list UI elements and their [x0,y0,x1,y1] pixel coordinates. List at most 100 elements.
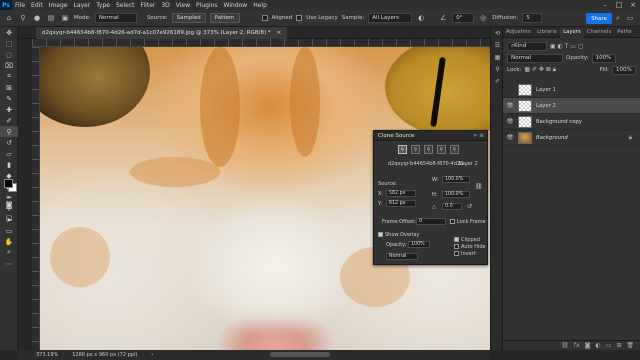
layer-name[interactable]: Layer 2 [536,103,556,109]
pressure-size-icon[interactable]: ◎ [478,13,488,23]
more-tools-icon[interactable]: ⋯ [0,258,18,269]
diffusion-field[interactable]: 5 [522,13,543,23]
opacity-field[interactable]: 100% [591,53,616,63]
menu-plugins[interactable]: Plugins [193,2,221,9]
mode-dropdown[interactable]: Normal [94,13,137,23]
horizontal-scrollbar[interactable] [270,352,330,357]
menu-3d[interactable]: 3D [158,2,172,9]
new-layer-icon[interactable]: ⊞ [616,342,621,349]
offset-x-field[interactable]: 582 px [386,190,416,197]
menu-view[interactable]: View [173,2,193,9]
frame-offset-field[interactable]: 0 [416,218,446,225]
add-mask-icon[interactable]: ◙ [585,342,591,349]
lock-frame-checkbox[interactable] [450,219,455,224]
brush-preset-icon[interactable]: ● [32,13,42,23]
zoom-tool-icon[interactable]: ⌕ [0,247,18,258]
fill-field[interactable]: 100% [612,65,636,75]
source-pattern-button[interactable]: Pattern [209,13,240,23]
offset-y-field[interactable]: 612 px [386,200,416,207]
link-layers-icon[interactable]: ⛓ [561,342,569,349]
object-select-tool-icon[interactable]: ⌧ [0,60,18,71]
layer-row[interactable]: 👁︎ Background 🔒︎ [503,130,640,146]
vertical-ruler[interactable] [32,47,40,350]
crop-tool-icon[interactable]: ⌗ [0,71,18,82]
layer-name[interactable]: Layer 1 [536,87,556,93]
quick-mask-icon[interactable]: ◙ [0,199,18,210]
foreground-color-swatch[interactable] [4,179,13,188]
eye-icon[interactable]: 👁︎ [506,134,514,141]
move-tool-icon[interactable]: ✥ [0,27,18,38]
menu-layer[interactable]: Layer [70,2,93,9]
gradient-tool-icon[interactable]: ▮ [0,159,18,170]
rectangle-tool-icon[interactable]: ▭ [0,225,18,236]
layer-style-icon[interactable]: fx [574,342,580,349]
aligned-checkbox[interactable] [261,15,268,21]
home-icon[interactable]: ⌂ [4,13,14,23]
menu-filter[interactable]: Filter [138,2,159,9]
tab-paths[interactable]: Paths [614,27,634,38]
clone-source-slot-icon[interactable]: ⚲ [450,145,459,154]
zoom-level[interactable]: 373.19% [36,352,58,358]
eraser-tool-icon[interactable]: ▱ [0,148,18,159]
auto-hide-checkbox[interactable] [454,244,459,249]
lock-icons[interactable]: ▦ ✐ ✥ ⊠ 🔒︎ [524,66,556,74]
layer-name[interactable]: Background copy [536,119,582,125]
ignore-adjustment-icon[interactable]: ◐ [416,13,426,23]
clone-source-slot-icon[interactable]: ⚲ [398,145,407,154]
clone-stamp-tool-icon[interactable]: ⚲ [18,13,28,23]
tab-layers[interactable]: Layers [560,26,584,38]
clone-source-slot-icon[interactable]: ⚲ [437,145,446,154]
clone-source-panel-icon[interactable]: ▣ [60,13,70,23]
frame-tool-icon[interactable]: ⊠ [0,82,18,93]
overlay-opacity-field[interactable]: 100% [408,241,430,248]
layer-row[interactable]: 👁︎ Background copy [503,114,640,130]
menu-file[interactable]: File [12,2,28,9]
screen-mode-icon[interactable]: ▢ [0,212,18,223]
workspace-icon[interactable]: ▭ [625,13,635,23]
invert-checkbox[interactable] [454,251,459,256]
blend-mode-dropdown[interactable]: Normal [507,53,563,63]
tab-adjustments[interactable]: Adjustmn [503,27,534,38]
delete-layer-icon[interactable]: 🗑︎ [626,342,634,349]
marquee-tool-icon[interactable]: ⬚ [0,38,18,49]
search-icon[interactable]: ⌕ [613,13,623,23]
show-overlay-checkbox[interactable] [378,232,383,237]
clipped-checkbox[interactable] [454,237,459,242]
kind-filter-dropdown[interactable]: ⌕ Kind [507,41,547,51]
lasso-tool-icon[interactable]: ◌ [0,49,18,60]
sample-dropdown[interactable]: All Layers [368,13,413,23]
filter-icons[interactable]: ▣ ◐ T ▭ ▢ [550,43,584,50]
clone-source-slot-icon[interactable]: ⚲ [424,145,433,154]
hand-tool-icon[interactable]: ✋ [0,236,18,247]
tab-channels[interactable]: Channels [584,27,615,38]
link-scale-icon[interactable]: ⛓ [475,183,483,190]
eye-icon[interactable]: 👁︎ [506,102,514,109]
document-tab[interactable]: d2qxyqr-b44654b8-f870-4d26-ad7d-a1c07e92… [36,27,288,39]
close-window-icon[interactable]: × [626,0,640,10]
document-dimensions[interactable]: 1280 px x 960 px (72 ppi) [72,352,137,358]
clone-source-slot-icon[interactable]: ⚲ [411,145,420,154]
angle-field[interactable]: 0° [452,13,475,23]
panel-menu-icon[interactable]: » ≡ [473,132,484,139]
maximize-icon[interactable]: □ [612,0,626,10]
use-legacy-checkbox[interactable] [296,15,303,21]
menu-select[interactable]: Select [113,2,138,9]
menu-image[interactable]: Image [46,2,71,9]
share-button[interactable]: Share [586,13,612,24]
minimize-icon[interactable]: – [598,0,612,10]
healing-brush-tool-icon[interactable]: ✚ [0,104,18,115]
menu-help[interactable]: Help [250,2,270,9]
layer-row[interactable]: 👁︎ Layer 2 [503,98,640,114]
width-scale-field[interactable]: 100.0% [442,176,470,183]
reset-transform-icon[interactable]: ↺ [467,203,472,210]
angle-field[interactable]: 0.0 [442,203,462,210]
layer-name[interactable]: Background [536,135,568,141]
close-tab-icon[interactable]: × [277,30,282,36]
overlay-blend-dropdown[interactable]: Normal [386,253,418,260]
menu-window[interactable]: Window [221,2,251,9]
layer-row[interactable]: Layer 1 [503,82,640,98]
clone-stamp-tool-icon[interactable]: ⚲ [0,126,18,137]
tab-libraries[interactable]: Librarie [534,27,560,38]
brush-settings-icon[interactable]: ▤ [46,13,56,23]
source-sampled-button[interactable]: Sampled [171,13,206,23]
